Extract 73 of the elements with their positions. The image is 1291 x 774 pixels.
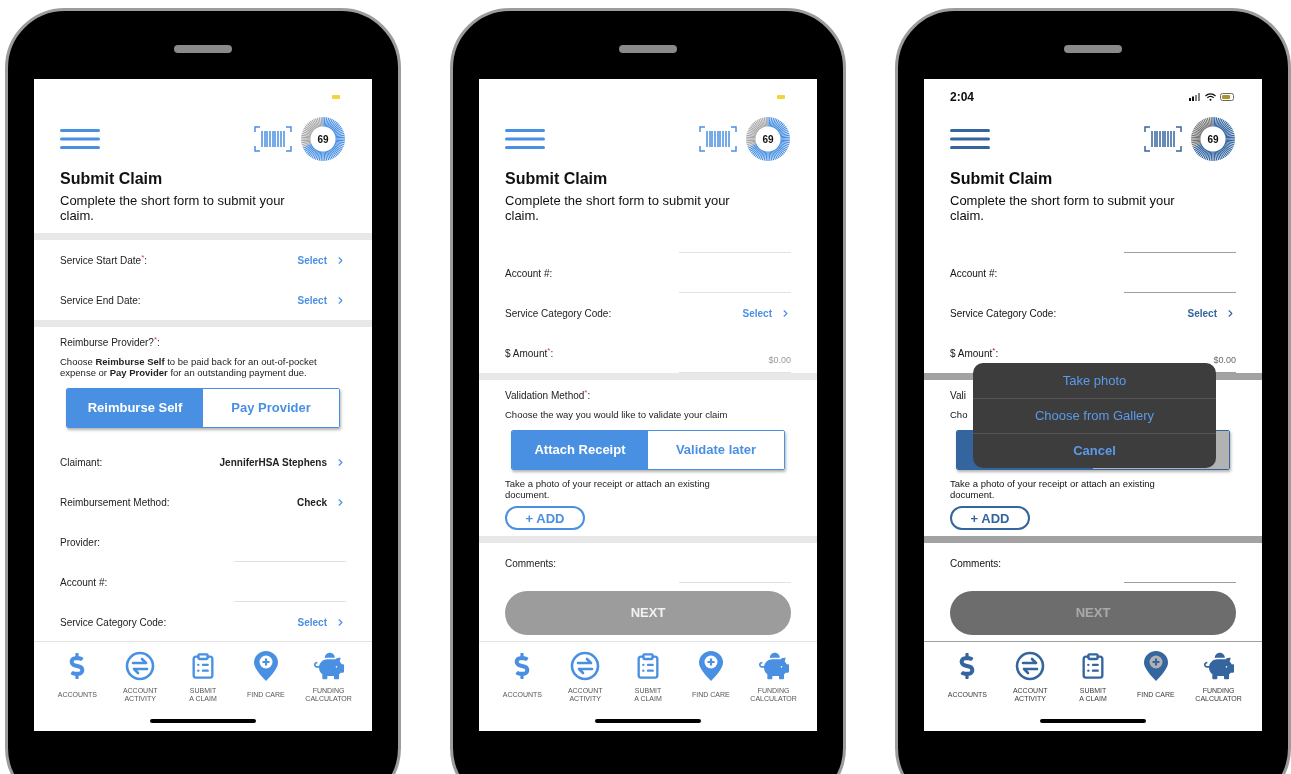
page-subtitle: Complete the short form to submit your claim. [949,193,1176,223]
speaker-slot [1064,45,1122,53]
page-title: Submit Claim [949,169,1054,189]
exchange-icon [125,651,156,681]
field-label: Service Start Date$^{*}$: [60,252,148,268]
field-label: Reimbursement Method: [60,495,170,510]
select-value[interactable]: Check [297,494,346,510]
piggy-bank-icon [1203,651,1234,681]
field-label: Service Category Code: [60,615,167,630]
select-value[interactable]: Select [297,252,346,268]
select-value[interactable]: Select [742,305,791,321]
field-label: Vali [950,389,967,403]
map-pin-icon [698,651,723,681]
score-ring-drawing [1190,116,1236,162]
choice-description: Cho [950,409,968,420]
field-label: Comments: [950,556,1002,571]
select-value[interactable]: Select [297,614,346,630]
field-label: Provider: [60,535,100,550]
select-value[interactable]: Select [1187,305,1236,321]
map-pin-icon [1143,651,1168,681]
speaker-slot [619,45,677,53]
page-title: Submit Claim [59,169,164,189]
field-label: Claimant: [60,455,103,470]
choice-note: Take a photo of your receipt or attach an existing document. [950,478,1156,500]
page-title: Submit Claim [504,169,609,189]
field-label: Validation Method$^{*}$: [505,388,592,403]
score-value: 69 [762,133,774,145]
field-label: Comments: [505,556,557,571]
field-label: Account #: [505,266,553,281]
select-value[interactable]: Select [297,292,346,308]
speaker-slot [174,45,232,53]
input-placeholder: $0.00 [768,353,791,367]
segment-tab[interactable]: Pay Provider [203,389,339,427]
menu-icon[interactable] [950,128,990,150]
barcode-icon[interactable] [1144,126,1182,152]
score-value: 69 [317,133,329,145]
menu-icon[interactable] [505,128,545,150]
score-ring-drawing [300,116,346,162]
choice-description: Choose the way you would like to validate your claim [505,409,728,420]
field-label: Service End Date: [60,293,141,308]
field-label: Service Category Code: [950,306,1057,321]
segment-tab[interactable]: Validate later [648,431,784,469]
field-label: Account #: [950,266,998,281]
menu-icon[interactable] [60,128,100,150]
segment-tab[interactable]: Attach Receipt [512,431,648,469]
wifi-icon [1205,93,1216,101]
barcode-icon[interactable] [699,126,737,152]
field-label: Reimburse Provider?$^{*}$: [60,335,161,350]
battery-icon [1220,93,1236,101]
exchange-icon [1015,651,1046,681]
barcode-icon[interactable] [254,126,292,152]
score-ring-drawing [745,116,791,162]
choice-note: Take a photo of your receipt or attach an existing document. [505,478,711,500]
page-subtitle: Complete the short form to submit your claim. [59,193,286,223]
score-value: 69 [1207,133,1219,145]
select-value[interactable]: JenniferHSA Stephens [219,454,346,470]
signal-icon [1189,93,1201,101]
add-button[interactable]: + ADD [505,506,585,530]
field-label: Account #: [60,575,108,590]
input-placeholder: $0.00 [1213,353,1236,367]
field-label: $ Amount$^{*}$: [505,345,554,361]
map-pin-icon [253,651,278,681]
status-time: 2:04 [950,89,975,106]
exchange-icon [570,651,601,681]
piggy-bank-icon [758,651,789,681]
piggy-bank-icon [313,651,344,681]
choice-description: Choose Reimburse Self to be paid back for an out-of-pocket expense or Pay Provider for an outstanding payment due. [60,356,318,378]
segment-tab[interactable]: Reimburse Self [67,389,203,427]
field-label: Service Category Code: [505,306,612,321]
sheet-option[interactable]: Choose from Gallery [973,398,1216,433]
add-button[interactable]: + ADD [950,506,1030,530]
field-label: $ Amount$^{*}$: [950,345,999,361]
page-subtitle: Complete the short form to submit your claim. [504,193,731,223]
